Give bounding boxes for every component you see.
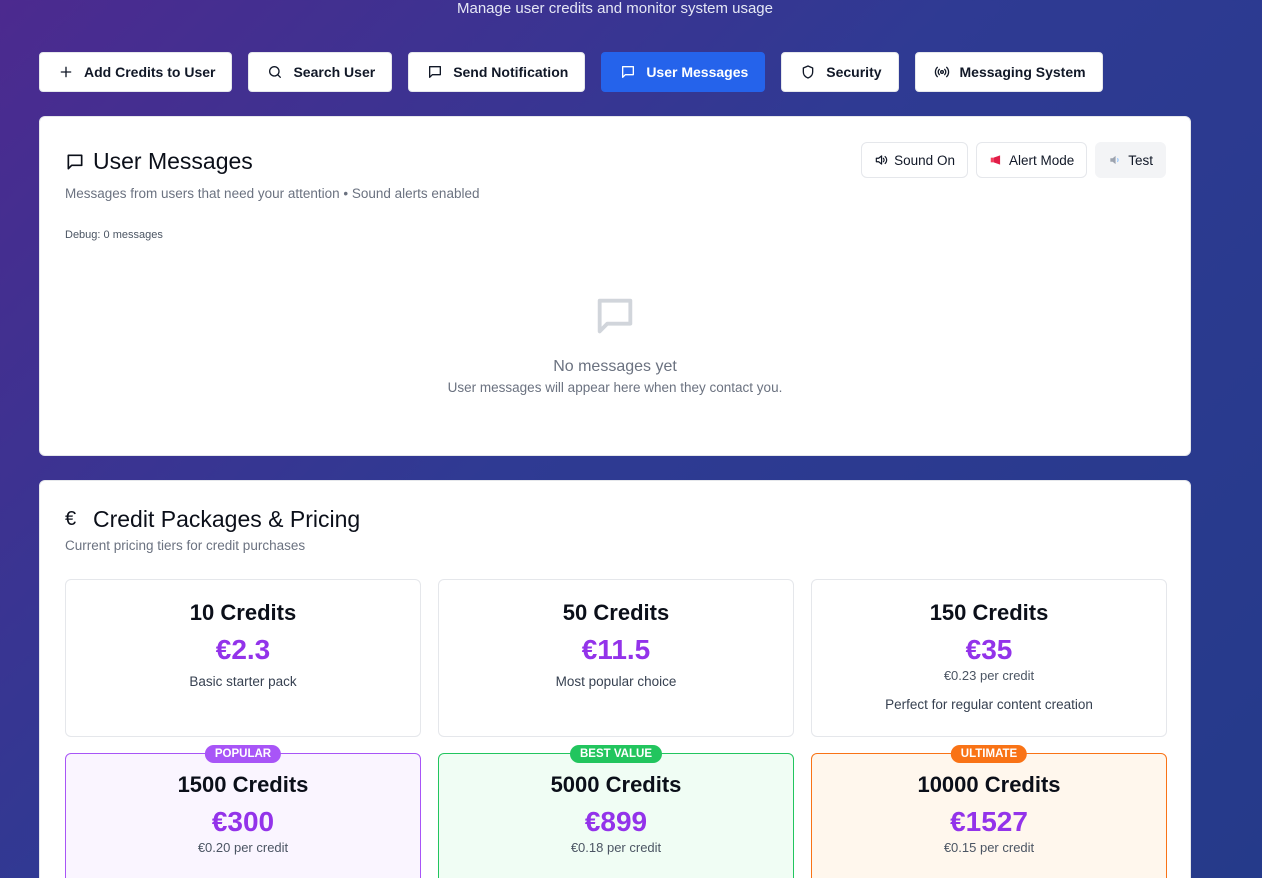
euro-icon: €: [65, 508, 77, 530]
search-user-button[interactable]: Search User: [248, 52, 393, 92]
debug-text: Debug: 0 messages: [65, 229, 163, 241]
test-button[interactable]: Test: [1095, 142, 1166, 178]
package-card-150[interactable]: 150 Credits €35 €0.23 per credit Perfect…: [811, 579, 1167, 737]
empty-subtitle: User messages will appear here when they…: [447, 380, 783, 395]
package-description: Most popular choice: [555, 674, 677, 689]
credit-packages-card: € Credit Packages & Pricing Current pric…: [39, 480, 1191, 878]
package-name: 10000 Credits: [917, 772, 1061, 797]
megaphone-icon: [990, 155, 1001, 165]
search-icon: [269, 66, 282, 78]
messages-title: User Messages: [93, 148, 253, 174]
send-notification-button[interactable]: Send Notification: [408, 52, 586, 92]
test-label: Test: [1128, 152, 1153, 168]
package-per-credit: €0.18 per credit: [570, 840, 662, 855]
messages-description: Messages from users that need your atten…: [65, 186, 480, 201]
user-messages-button[interactable]: User Messages: [601, 52, 766, 92]
message-square-icon: [429, 66, 442, 78]
empty-state: No messages yet User messages will appea…: [40, 293, 1190, 395]
package-price: €11.5: [581, 634, 651, 665]
package-price: €300: [211, 806, 275, 837]
add-credits-label: Add Credits to User: [84, 64, 216, 80]
messaging-system-button[interactable]: Messaging System: [914, 52, 1103, 92]
user-messages-card: User Messages Messages from users that n…: [39, 116, 1191, 456]
radio-icon: [934, 66, 949, 78]
package-per-credit: €0.20 per credit: [197, 840, 289, 855]
plus-icon: [60, 66, 72, 78]
package-card-10000[interactable]: ULTIMATE 10000 Credits €1527 €0.15 per c…: [811, 745, 1167, 878]
page-subtitle: Manage user credits and monitor system u…: [457, 0, 773, 17]
package-description: Basic starter pack: [189, 674, 297, 689]
pricing-title: Credit Packages & Pricing: [93, 506, 361, 532]
shield-icon: [802, 65, 814, 79]
volume-icon: [875, 155, 888, 165]
package-price: €899: [584, 806, 648, 837]
best-value-badge: BEST VALUE: [570, 745, 662, 763]
sound-on-label: Sound On: [894, 152, 955, 168]
message-square-icon: [622, 66, 635, 78]
popular-badge: POPULAR: [204, 745, 282, 763]
empty-title: No messages yet: [553, 358, 677, 375]
package-card-1500[interactable]: POPULAR 1500 Credits €300 €0.20 per cred…: [65, 745, 421, 878]
user-messages-label: User Messages: [646, 64, 749, 80]
package-name: 150 Credits: [929, 600, 1049, 625]
speaker-icon: [1110, 155, 1119, 165]
package-price: €2.3: [215, 634, 271, 665]
security-button[interactable]: Security: [781, 52, 899, 92]
package-card-10[interactable]: 10 Credits €2.3 Basic starter pack: [65, 579, 421, 737]
ultimate-badge: ULTIMATE: [950, 745, 1028, 763]
message-square-icon: [597, 298, 633, 334]
package-per-credit: €0.15 per credit: [943, 840, 1035, 855]
package-per-credit: €0.23 per credit: [943, 668, 1035, 683]
pricing-description: Current pricing tiers for credit purchas…: [65, 538, 306, 553]
messaging-system-label: Messaging System: [959, 64, 1086, 80]
package-price: €1527: [950, 806, 1028, 837]
package-name: 50 Credits: [562, 600, 670, 625]
alert-mode-label: Alert Mode: [1008, 152, 1075, 168]
package-name: 5000 Credits: [550, 772, 682, 797]
package-price: €35: [965, 634, 1013, 665]
message-square-icon: [67, 154, 83, 169]
alert-mode-button[interactable]: Alert Mode: [975, 142, 1088, 178]
pricing-heading: € Credit Packages & Pricing: [65, 506, 360, 533]
sound-on-button[interactable]: Sound On: [861, 142, 968, 178]
messages-heading: User Messages: [65, 148, 253, 175]
security-label: Security: [826, 64, 882, 80]
package-name: 10 Credits: [189, 600, 297, 625]
send-notification-label: Send Notification: [453, 64, 569, 80]
package-grid: 10 Credits €2.3 Basic starter pack 50 Cr…: [65, 579, 1167, 878]
add-credits-button[interactable]: Add Credits to User: [39, 52, 233, 92]
admin-toolbar: Add Credits to User Search User Send Not…: [39, 52, 1103, 92]
package-card-50[interactable]: 50 Credits €11.5 Most popular choice: [438, 579, 794, 737]
package-name: 1500 Credits: [177, 772, 309, 797]
package-description: Perfect for regular content creation: [885, 697, 1093, 712]
alert-controls: Sound On Alert Mode Test: [861, 142, 1166, 178]
package-card-5000[interactable]: BEST VALUE 5000 Credits €899 €0.18 per c…: [438, 745, 794, 878]
search-user-label: Search User: [293, 64, 376, 80]
